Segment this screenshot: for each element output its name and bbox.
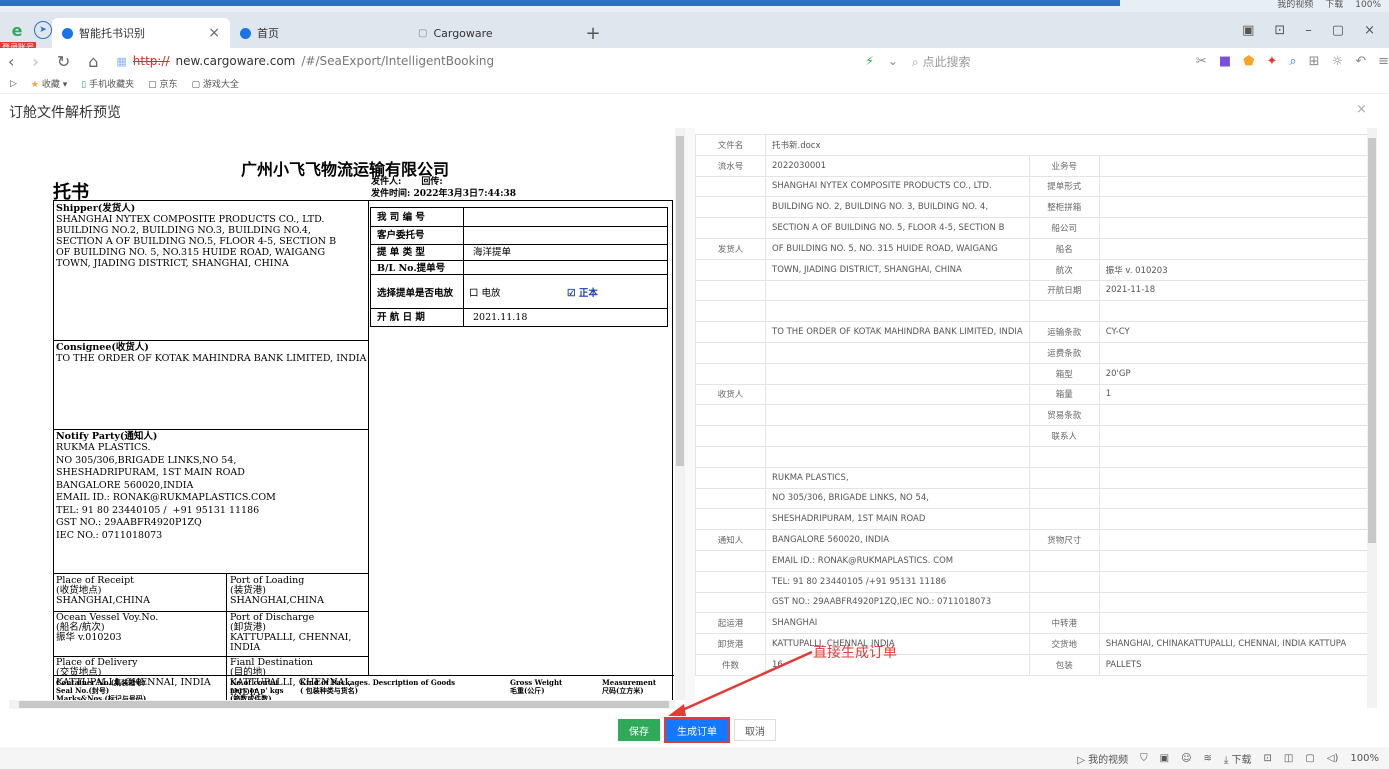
speed-icon[interactable]: ≋ <box>1204 753 1212 764</box>
volume-icon[interactable]: ◁) <box>1327 753 1339 764</box>
my-video-label: 我的视频 <box>1088 754 1129 766</box>
shield-status-icon[interactable]: ⛉ <box>1140 753 1148 764</box>
pages-icon[interactable]: ◫ <box>1284 753 1293 764</box>
annotation-text: 直接生成订单 <box>813 645 897 661</box>
screenshot-icon[interactable]: ⊡ <box>1264 753 1272 764</box>
download-label: 下载 <box>1231 754 1252 766</box>
download-button[interactable]: ⤓ 下载 <box>1224 751 1252 766</box>
browser-status-bar: ▷ 我的视频 ⛉ ▣ ☺ ≋ ⤓ 下载 ⊡ ◫ ▢ ◁) 100% <box>0 747 1389 769</box>
zoom-level[interactable]: 100% <box>1350 753 1379 764</box>
chat-icon[interactable]: ▣ <box>1160 753 1169 764</box>
emoji-icon[interactable]: ☺ <box>1181 753 1191 764</box>
my-video-button[interactable]: ▷ 我的视频 <box>1077 751 1128 766</box>
window-icon[interactable]: ▢ <box>1305 753 1314 764</box>
annotation-arrow-icon <box>668 650 813 716</box>
